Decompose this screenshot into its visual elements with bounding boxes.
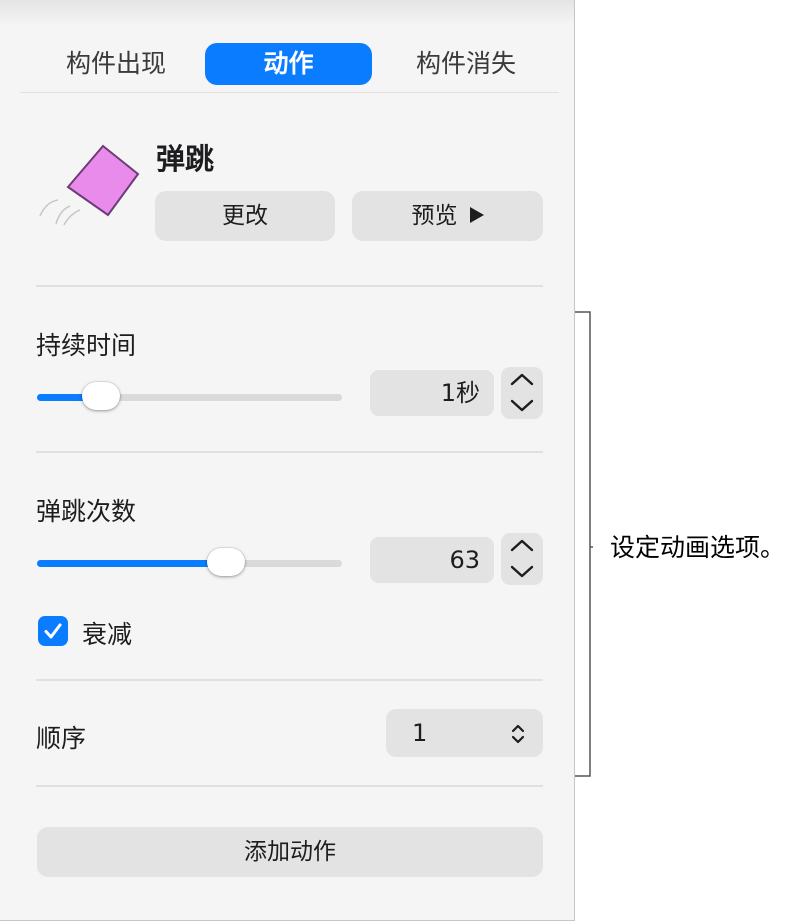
- section-divider: [36, 285, 543, 287]
- play-icon: [469, 206, 484, 223]
- bounces-slider-fill: [37, 560, 227, 567]
- inspector-panel: 构件出现 动作 构件消失 弹跳 更改 预览 持续时间 1秒 弹跳次数 63 衰减…: [0, 0, 575, 921]
- duration-slider[interactable]: [37, 382, 342, 410]
- add-action-button[interactable]: 添加动作: [37, 827, 543, 877]
- preview-label: 预览: [411, 203, 458, 229]
- order-label: 顺序: [36, 724, 87, 753]
- change-effect-button[interactable]: 更改: [155, 191, 335, 241]
- section-divider: [36, 679, 543, 681]
- section-divider: [36, 451, 543, 453]
- bounces-slider-thumb[interactable]: [207, 548, 246, 576]
- bounces-value-field[interactable]: 63: [370, 537, 494, 583]
- duration-stepper[interactable]: [501, 367, 543, 419]
- preview-button[interactable]: 预览: [352, 191, 543, 241]
- decay-label: 衰减: [82, 620, 133, 649]
- bounce-diamond-icon: [34, 140, 144, 230]
- toolbar-shadow: [0, 0, 574, 26]
- decay-checkbox[interactable]: [38, 616, 68, 646]
- tab-build-out[interactable]: 构件消失: [386, 43, 546, 85]
- order-select[interactable]: 1: [386, 709, 543, 757]
- tab-build-in[interactable]: 构件出现: [36, 43, 196, 85]
- change-effect-label: 更改: [222, 203, 268, 229]
- order-value: 1: [412, 719, 428, 747]
- tabs-divider: [20, 92, 559, 93]
- section-divider: [36, 785, 543, 787]
- callout-text: 设定动画选项。: [610, 533, 786, 562]
- checkmark-icon: [44, 623, 62, 639]
- up-down-chevron-icon: [511, 724, 525, 744]
- duration-value-field[interactable]: 1秒: [370, 370, 494, 416]
- callout-bracket: [575, 311, 593, 777]
- duration-slider-thumb[interactable]: [82, 382, 121, 410]
- bounces-slider[interactable]: [37, 548, 342, 576]
- tab-action[interactable]: 动作: [205, 43, 372, 85]
- bounces-label: 弹跳次数: [36, 497, 137, 526]
- duration-label: 持续时间: [36, 331, 137, 360]
- bounces-stepper[interactable]: [501, 533, 543, 585]
- add-action-label: 添加动作: [244, 839, 336, 865]
- effect-name: 弹跳: [156, 142, 215, 176]
